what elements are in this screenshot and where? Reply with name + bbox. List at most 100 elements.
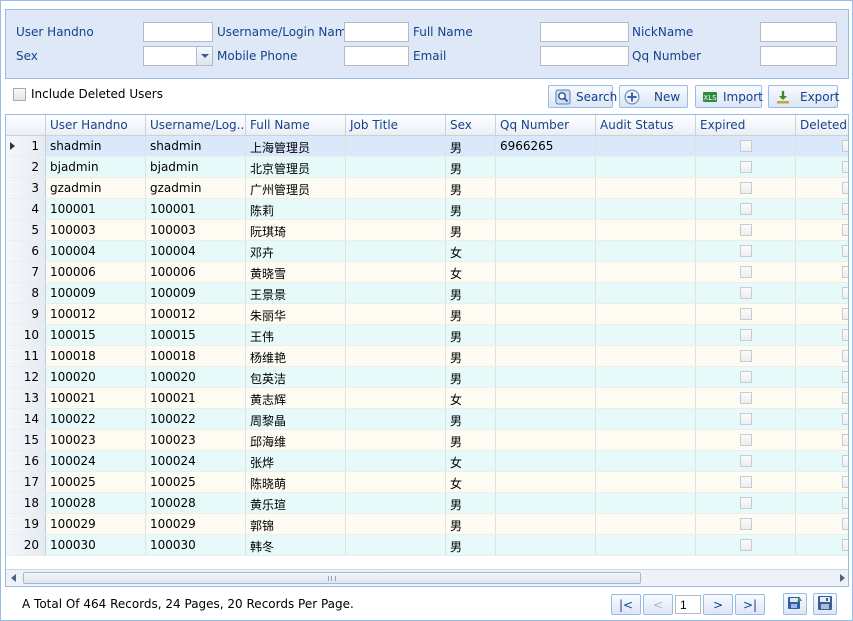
expired-checkbox[interactable] — [739, 287, 752, 299]
horizontal-scrollbar[interactable] — [6, 569, 848, 586]
page-number-input[interactable] — [675, 595, 701, 614]
column-header-deleted[interactable]: Deleted — [796, 115, 848, 136]
column-header-sex[interactable]: Sex — [446, 115, 496, 136]
table-row[interactable]: 3 gzadmin gzadmin 广州管理员男 — [6, 178, 848, 199]
deleted-checkbox[interactable] — [842, 371, 848, 383]
table-row[interactable]: 16 100024 100024 张烨女 — [6, 451, 848, 472]
table-row[interactable]: 12 100020 100020 包英洁男 — [6, 367, 848, 388]
new-button[interactable]: New — [619, 85, 688, 108]
expired-checkbox[interactable] — [739, 497, 752, 509]
expired-checkbox[interactable] — [739, 245, 752, 257]
column-header-user-handno[interactable]: User Handno — [46, 115, 146, 136]
deleted-checkbox[interactable] — [842, 392, 848, 404]
column-header-full-name[interactable]: Full Name — [246, 115, 346, 136]
expired-checkbox[interactable] — [739, 203, 752, 215]
full-name-input[interactable] — [540, 22, 629, 42]
nickname-input[interactable] — [760, 22, 837, 42]
next-page-button[interactable]: > — [703, 594, 733, 615]
scrollbar-thumb[interactable] — [23, 572, 641, 584]
import-button[interactable]: XLS Import — [695, 85, 763, 108]
column-header-qq-number[interactable]: Qq Number — [496, 115, 596, 136]
user-handno-input[interactable] — [143, 22, 213, 42]
deleted-checkbox[interactable] — [842, 476, 848, 488]
expired-checkbox[interactable] — [739, 413, 752, 425]
table-row[interactable]: 5 100003 100003 阮琪琦男 — [6, 220, 848, 241]
sex-select[interactable] — [143, 46, 213, 66]
cell-qq-number — [496, 493, 596, 513]
deleted-checkbox[interactable] — [842, 245, 848, 257]
mobile-phone-input[interactable] — [344, 46, 409, 66]
save-layout-button[interactable] — [813, 593, 837, 615]
deleted-checkbox[interactable] — [842, 434, 848, 446]
include-deleted-checkbox[interactable] — [13, 87, 26, 101]
table-row[interactable]: 7 100006 100006 黄晓雪女 — [6, 262, 848, 283]
last-page-button[interactable]: >| — [735, 594, 765, 615]
table-row[interactable]: 14 100022 100022 周黎晶男 — [6, 409, 848, 430]
expired-checkbox[interactable] — [739, 161, 752, 173]
deleted-checkbox[interactable] — [842, 308, 848, 320]
table-row[interactable]: 9 100012 100012 朱丽华男 — [6, 304, 848, 325]
scroll-left-icon[interactable] — [11, 574, 16, 582]
table-row[interactable]: 8 100009 100009 王景景男 — [6, 283, 848, 304]
expired-checkbox[interactable] — [739, 434, 752, 446]
column-header-audit-status[interactable]: Audit Status — [596, 115, 696, 136]
table-row[interactable]: 15 100023 100023 邱海维男 — [6, 430, 848, 451]
deleted-checkbox[interactable] — [842, 224, 848, 236]
search-button[interactable]: Search — [548, 85, 617, 108]
expired-checkbox[interactable] — [739, 350, 752, 362]
cell-user-handno: 100018 — [46, 346, 146, 366]
deleted-checkbox[interactable] — [842, 182, 848, 194]
expired-checkbox[interactable] — [739, 182, 752, 194]
expired-checkbox[interactable] — [739, 224, 752, 236]
table-row[interactable]: 10 100015 100015 王伟男 — [6, 325, 848, 346]
table-row[interactable]: 2 bjadmin bjadmin 北京管理员男 — [6, 157, 848, 178]
email-input[interactable] — [540, 46, 629, 66]
deleted-checkbox[interactable] — [842, 518, 848, 530]
expired-checkbox[interactable] — [739, 308, 752, 320]
table-row[interactable]: 19 100029 100029 郭锦男 — [6, 514, 848, 535]
deleted-checkbox[interactable] — [842, 497, 848, 509]
table-row[interactable]: 13 100021 100021 黄志辉女 — [6, 388, 848, 409]
table-row[interactable]: 1 shadmin shadmin 上海管理员男 6966265 — [6, 136, 848, 157]
expired-checkbox[interactable] — [739, 539, 752, 551]
deleted-checkbox[interactable] — [842, 287, 848, 299]
expired-checkbox[interactable] — [739, 329, 752, 341]
chevron-down-icon[interactable] — [196, 47, 212, 65]
deleted-checkbox[interactable] — [842, 350, 848, 362]
expired-checkbox[interactable] — [739, 455, 752, 467]
column-header-expired[interactable]: Expired — [696, 115, 796, 136]
username-input[interactable] — [344, 22, 409, 42]
expired-checkbox[interactable] — [739, 392, 752, 404]
save-export-button[interactable] — [783, 593, 807, 615]
expired-checkbox[interactable] — [739, 371, 752, 383]
export-button[interactable]: Export — [768, 85, 839, 108]
cell-full-name: 邓卉 — [246, 241, 346, 261]
cell-user-handno: bjadmin — [46, 157, 146, 177]
cell-job-title — [346, 367, 446, 387]
deleted-checkbox[interactable] — [842, 140, 848, 152]
table-row[interactable]: 18 100028 100028 黄乐瑄男 — [6, 493, 848, 514]
previous-page-button[interactable]: < — [643, 594, 673, 615]
table-row[interactable]: 20 100030 100030 韩冬男 — [6, 535, 848, 556]
deleted-checkbox[interactable] — [842, 413, 848, 425]
expired-checkbox[interactable] — [739, 140, 752, 152]
table-row[interactable]: 6 100004 100004 邓卉女 — [6, 241, 848, 262]
table-row[interactable]: 11 100018 100018 杨维艳男 — [6, 346, 848, 367]
column-header-job-title[interactable]: Job Title — [346, 115, 446, 136]
deleted-checkbox[interactable] — [842, 329, 848, 341]
scroll-right-icon[interactable] — [840, 574, 845, 582]
table-row[interactable]: 4 100001 100001 陈莉男 — [6, 199, 848, 220]
qq-number-input[interactable] — [760, 46, 837, 66]
first-page-button[interactable]: |< — [611, 594, 641, 615]
column-header-username[interactable]: Username/Log... — [146, 115, 246, 136]
table-row[interactable]: 17 100025 100025 陈晓萌女 — [6, 472, 848, 493]
deleted-checkbox[interactable] — [842, 203, 848, 215]
include-deleted-option[interactable]: Include Deleted Users — [13, 85, 163, 103]
deleted-checkbox[interactable] — [842, 455, 848, 467]
expired-checkbox[interactable] — [739, 266, 752, 278]
deleted-checkbox[interactable] — [842, 161, 848, 173]
expired-checkbox[interactable] — [739, 518, 752, 530]
deleted-checkbox[interactable] — [842, 539, 848, 551]
deleted-checkbox[interactable] — [842, 266, 848, 278]
expired-checkbox[interactable] — [739, 476, 752, 488]
